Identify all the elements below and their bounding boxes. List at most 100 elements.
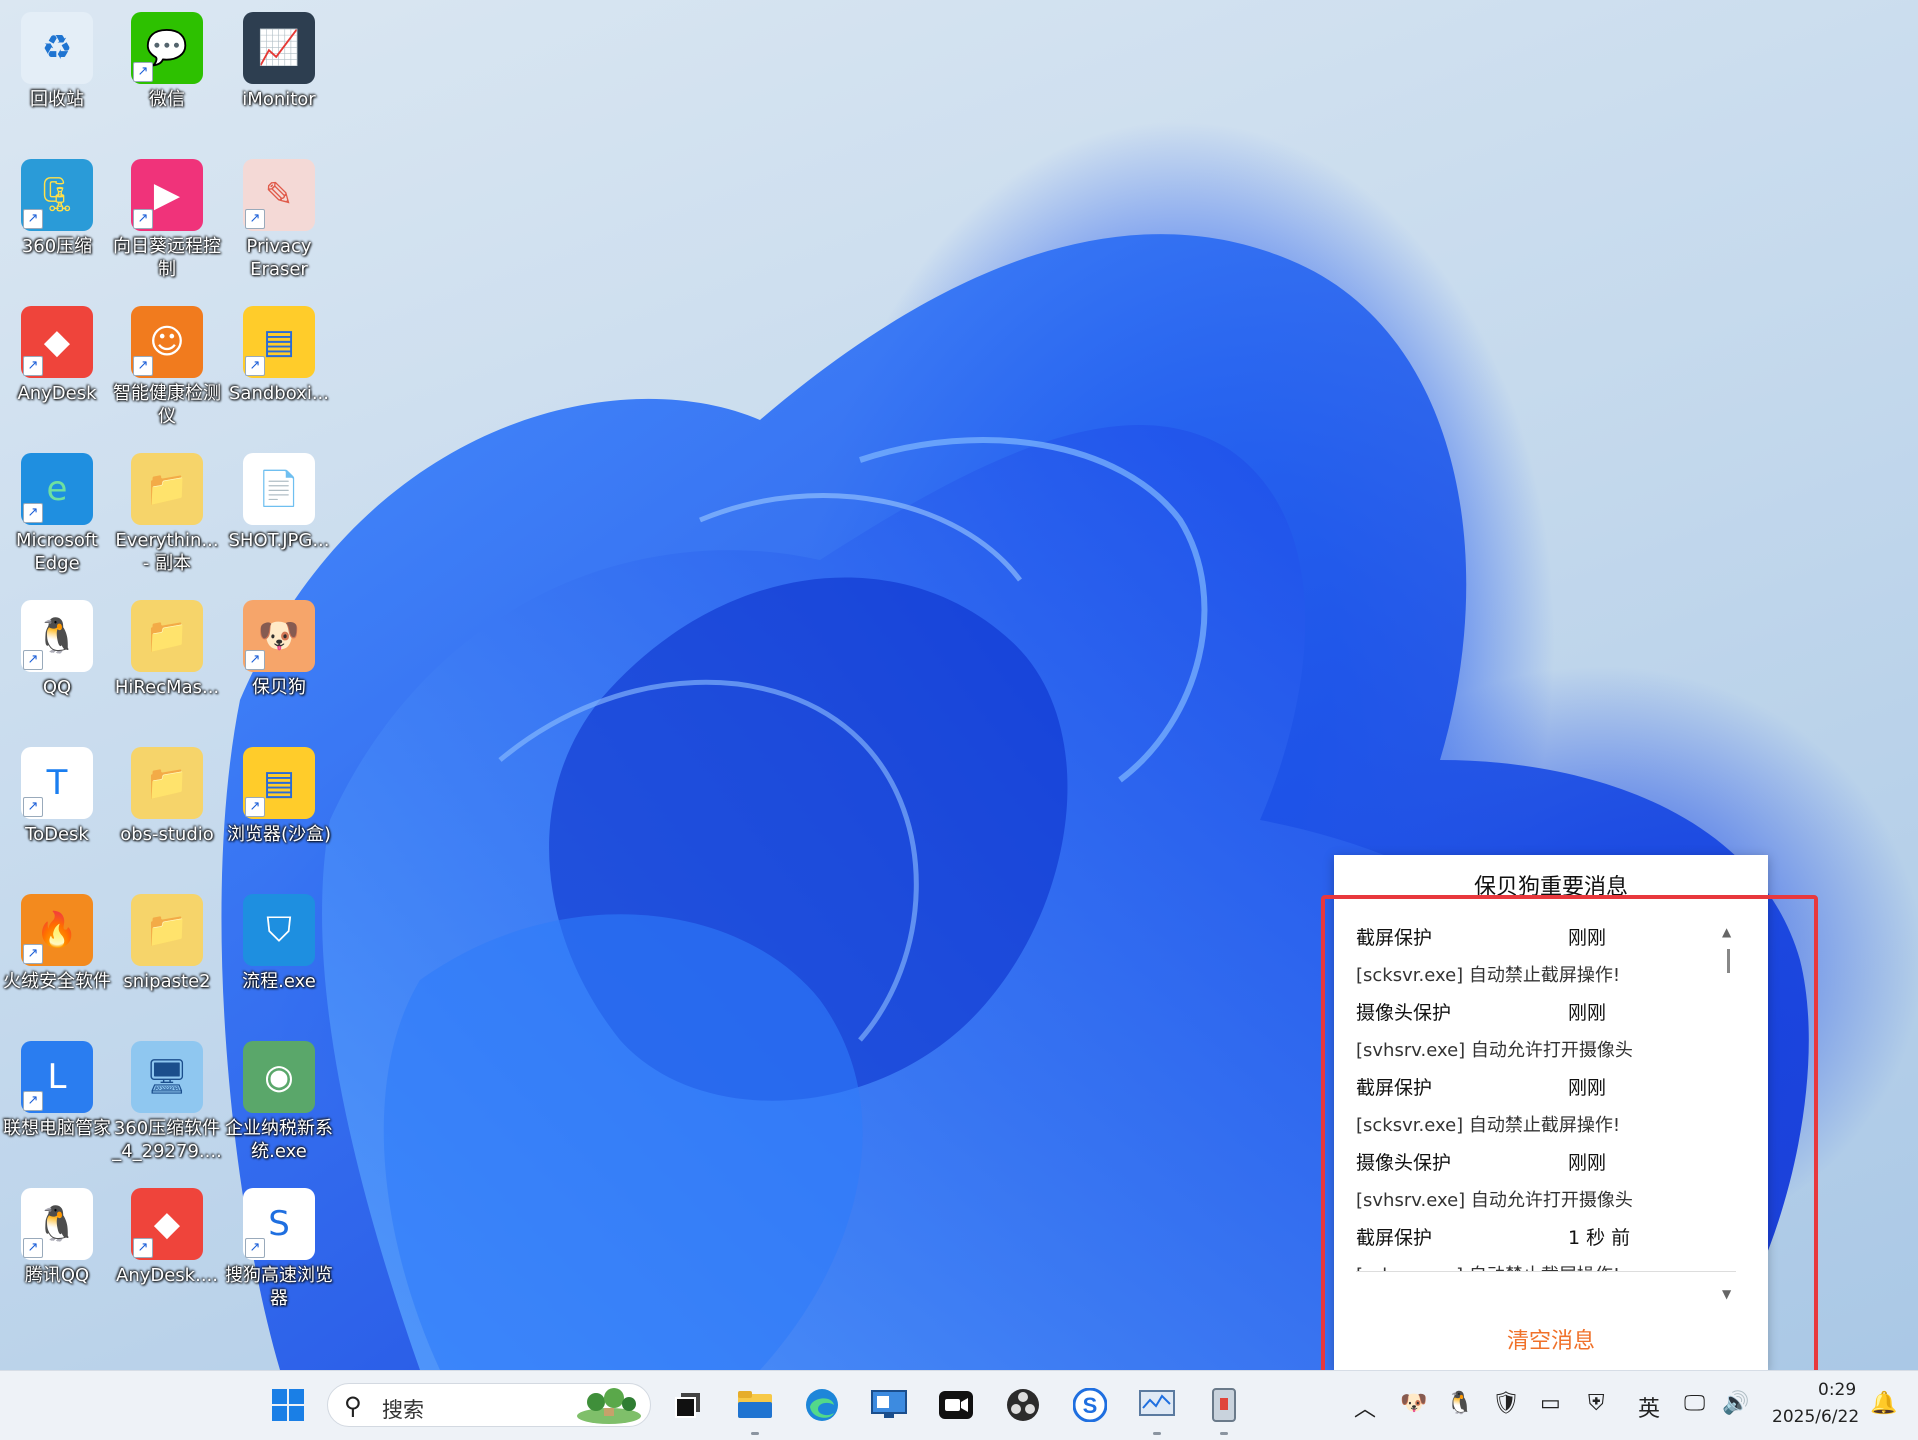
message-list[interactable]: 截屏保护 刚刚 [scksvr.exe] 自动禁止截屏操作! 摄像头保护 刚刚 [svhs… (1356, 901, 1736, 1272)
desktop-icon[interactable]: ◉ 企业纳税新系统.exe (224, 1041, 334, 1163)
desktop-icon-label: 流程.exe (242, 971, 316, 992)
message-category: 截屏保护 (1356, 1077, 1433, 1099)
shortcut-arrow-icon: ↗ (23, 650, 43, 670)
show-hidden-icons-chevron-up-icon[interactable]: ︿ (1354, 1391, 1376, 1423)
desktop-icon[interactable]: 📁 obs-studio (112, 747, 222, 846)
notification-bell-icon[interactable]: 🔔 (1870, 1391, 1897, 1416)
sogou-browser-taskbar-icon[interactable]: S (1070, 1385, 1110, 1425)
edge-taskbar-icon[interactable] (802, 1385, 842, 1425)
desktop-icon-label: iMonitor (242, 89, 316, 110)
message-body: [scksvr.exe] 自动禁止截屏操作! (1356, 1261, 1736, 1271)
desktop-icon[interactable]: ▤ ↗ 浏览器(沙盒) (224, 747, 334, 846)
desktop-icon[interactable]: T ↗ ToDesk (2, 747, 112, 846)
input-language-indicator[interactable]: 英 (1638, 1391, 1660, 1423)
desktop-icon[interactable]: ▶ ↗ 向日葵远程控制 (112, 159, 222, 281)
desktop-icon-label: 浏览器(沙盒) (226, 824, 332, 845)
task-view-icon[interactable] (668, 1385, 708, 1425)
app-icon: 📄 (243, 453, 315, 525)
tray-huorong-icon[interactable]: 🛡 (1492, 1391, 1520, 1416)
tray-message-icon[interactable]: ▭ (1540, 1391, 1561, 1416)
app-icon: 📁 (131, 894, 203, 966)
desktop-icon[interactable]: 🐶 ↗ 保贝狗 (224, 600, 334, 699)
start-button[interactable] (268, 1385, 308, 1425)
desktop-icon[interactable]: 🖥 360压缩软件_4_29279.... (112, 1041, 222, 1163)
shortcut-arrow-icon: ↗ (133, 209, 153, 229)
shortcut-arrow-icon: ↗ (245, 797, 265, 817)
desktop-icon[interactable]: 🐧 ↗ 腾讯QQ (2, 1188, 112, 1287)
desktop-icon[interactable]: ◆ ↗ AnyDesk (2, 306, 112, 405)
desktop-icon-label: 联想电脑管家 (3, 1118, 111, 1139)
scroll-up-arrow-icon[interactable]: ▲ (1722, 925, 1731, 939)
message-item[interactable]: 截屏保护 刚刚 [scksvr.exe] 自动禁止截屏操作! (1356, 901, 1736, 986)
desktop-icon[interactable]: 📁 Everythin... - 副本 (112, 453, 222, 575)
desktop-icon[interactable]: L ↗ 联想电脑管家 (2, 1041, 112, 1140)
desktop-icon[interactable]: 🐧 ↗ QQ (2, 600, 112, 699)
desktop-icon[interactable]: ✎ ↗ Privacy Eraser (224, 159, 334, 281)
app-icon: ◆ ↗ (21, 306, 93, 378)
desktop-icon-label: 向日葵远程控制 (113, 236, 221, 280)
clear-messages-button[interactable]: 清空消息 (1334, 1323, 1768, 1355)
display-settings-icon[interactable] (869, 1385, 909, 1425)
shortcut-arrow-icon: ↗ (23, 1091, 43, 1111)
tray-baobeigou-icon[interactable]: 🐶 (1400, 1391, 1427, 1416)
network-icon[interactable]: 🖵 (1684, 1391, 1705, 1416)
archive-tool-taskbar-icon[interactable] (1204, 1385, 1244, 1435)
desktop-icon[interactable]: ☺ ↗ 智能健康检测仪 (112, 306, 222, 428)
baobeigou-notification-popup: 保贝狗重要消息 截屏保护 刚刚 [scksvr.exe] 自动禁止截屏操作! 摄像头保… (1334, 855, 1768, 1371)
app-icon: 📈 (243, 12, 315, 84)
desktop-icon-label: 搜狗高速浏览器 (225, 1265, 333, 1309)
message-scrollbar[interactable]: ▲ ▼ (1718, 925, 1738, 1305)
message-item[interactable]: 摄像头保护 刚刚 [svhsrv.exe] 自动允许打开摄像头 (1356, 1126, 1736, 1211)
desktop-icon[interactable]: 🔥 ↗ 火绒安全软件 (2, 894, 112, 993)
desktop-icon[interactable]: ♻ 回收站 (2, 12, 112, 111)
running-indicator (1220, 1432, 1228, 1435)
tray-security-shield-icon[interactable]: ⛨ (1588, 1391, 1605, 1416)
clock-time[interactable]: 0:29 (1818, 1380, 1856, 1400)
volume-icon[interactable]: 🔊 (1722, 1391, 1749, 1416)
app-icon: ⛉ (243, 894, 315, 966)
shortcut-arrow-icon: ↗ (245, 209, 265, 229)
desktop-icon[interactable]: 📈 iMonitor (224, 12, 334, 111)
app-icon: ◉ (243, 1041, 315, 1113)
desktop-icon[interactable]: S ↗ 搜狗高速浏览器 (224, 1188, 334, 1310)
desktop-icon-label: 360压缩软件_4_29279.... (112, 1118, 222, 1162)
message-item[interactable]: 摄像头保护 刚刚 [svhsrv.exe] 自动允许打开摄像头 (1356, 976, 1736, 1061)
clock-date[interactable]: 2025/6/22 (1772, 1407, 1859, 1427)
desktop-icon[interactable]: 📁 snipaste2 (112, 894, 222, 993)
camera-app-icon[interactable] (936, 1385, 976, 1425)
tray-qq-icon[interactable]: 🐧 (1446, 1391, 1473, 1416)
desktop-icon[interactable]: 💬 ↗ 微信 (112, 12, 222, 111)
shortcut-arrow-icon: ↗ (133, 356, 153, 376)
taskbar-search-box[interactable]: ⚲ 搜索 (327, 1383, 651, 1427)
desktop-icon[interactable]: e ↗ Microsoft Edge (2, 453, 112, 575)
desktop-icon-label: 保贝狗 (252, 677, 306, 698)
message-time: 刚刚 (1568, 1002, 1607, 1024)
message-item[interactable]: 截屏保护 刚刚 [scksvr.exe] 自动禁止截屏操作! (1356, 1051, 1736, 1136)
desktop-icon[interactable]: ▤ ↗ Sandboxi... (224, 306, 334, 405)
desktop-icon[interactable]: ⛉ 流程.exe (224, 894, 334, 993)
obs-taskbar-icon[interactable] (1003, 1385, 1043, 1425)
imonitor-taskbar-icon[interactable] (1137, 1385, 1177, 1435)
message-category: 截屏保护 (1356, 927, 1433, 949)
desktop-icon-label: 智能健康检测仪 (113, 383, 221, 427)
desktop-icon[interactable]: 🗜 ↗ 360压缩 (2, 159, 112, 258)
app-icon: 🔥 ↗ (21, 894, 93, 966)
desktop-icon[interactable]: ◆ ↗ AnyDesk.... (112, 1188, 222, 1287)
shortcut-arrow-icon: ↗ (23, 1238, 43, 1258)
scroll-down-arrow-icon[interactable]: ▼ (1722, 1287, 1731, 1301)
file-explorer-icon[interactable] (735, 1385, 775, 1435)
desktop-icon-label: HiRecMas... (114, 677, 220, 698)
app-icon: 🐧 ↗ (21, 1188, 93, 1260)
shortcut-arrow-icon: ↗ (133, 1238, 153, 1258)
message-time: 刚刚 (1568, 927, 1607, 949)
shortcut-arrow-icon: ↗ (23, 503, 43, 523)
app-icon: L ↗ (21, 1041, 93, 1113)
desktop-icon-label: 火绒安全软件 (3, 971, 111, 992)
scroll-thumb[interactable] (1727, 949, 1730, 973)
desktop-icon[interactable]: 📄 SHOT.JPG... (224, 453, 334, 552)
app-icon: ▶ ↗ (131, 159, 203, 231)
taskbar: ⚲ 搜索 S ︿ 🐶 🐧 🛡 ▭ ⛨ 英 🖵 🔊 0:29 2025/6/22 … (0, 1370, 1918, 1440)
message-category: 截屏保护 (1356, 1227, 1433, 1249)
desktop-icon[interactable]: 📁 HiRecMas... (112, 600, 222, 699)
shortcut-arrow-icon: ↗ (23, 797, 43, 817)
